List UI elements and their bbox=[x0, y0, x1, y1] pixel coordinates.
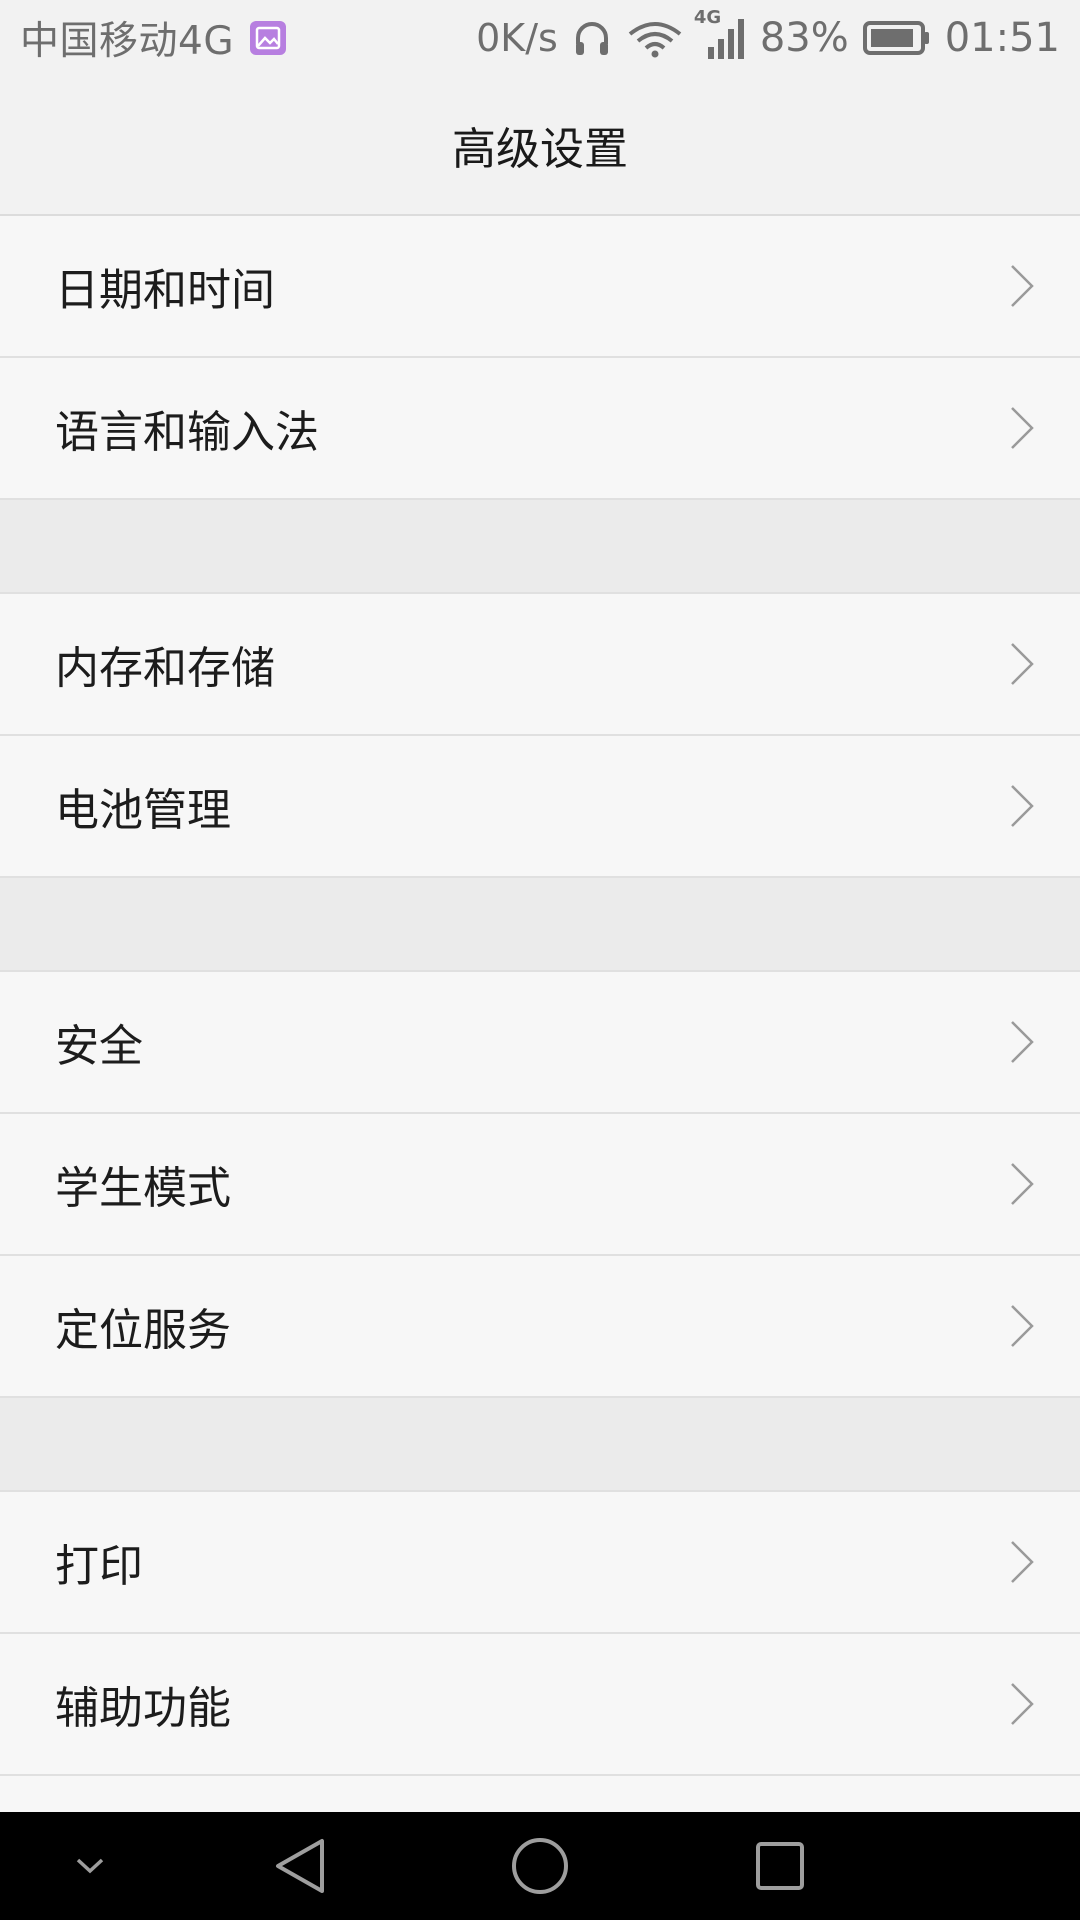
settings-item-label: 打印 bbox=[55, 1541, 143, 1592]
battery-percent: 83% bbox=[759, 15, 849, 61]
back-icon bbox=[276, 1839, 324, 1893]
chevron-right-icon bbox=[1011, 1163, 1034, 1205]
navigation-bar bbox=[0, 1812, 1080, 1920]
settings-item-date-time[interactable]: 日期和时间 bbox=[0, 216, 1080, 358]
status-bar: 中国移动4G 0K/s 4G 83% 01:51 bbox=[0, 0, 1080, 76]
settings-item-label: 安全 bbox=[55, 1021, 143, 1072]
recents-icon bbox=[756, 1842, 804, 1890]
carrier-name: 中国移动4G bbox=[20, 19, 235, 64]
settings-item-label: 内存和存储 bbox=[55, 643, 275, 694]
page-title: 高级设置 bbox=[452, 124, 628, 175]
settings-item-label: 语言和输入法 bbox=[55, 407, 319, 458]
chevron-right-icon bbox=[1011, 1541, 1034, 1583]
photo-notification-icon bbox=[250, 21, 287, 55]
home-icon bbox=[512, 1838, 568, 1894]
settings-item-print[interactable]: 打印 bbox=[0, 1492, 1080, 1634]
section-divider bbox=[0, 1398, 1080, 1492]
settings-item-label: 辅助功能 bbox=[55, 1683, 231, 1734]
settings-item-label: 电池管理 bbox=[55, 785, 231, 836]
headphones-icon bbox=[575, 22, 608, 55]
settings-item-label: 学生模式 bbox=[55, 1163, 231, 1214]
section-divider bbox=[0, 500, 1080, 594]
wifi-icon bbox=[628, 22, 682, 58]
settings-item-student-mode[interactable]: 学生模式 bbox=[0, 1114, 1080, 1256]
chevron-right-icon bbox=[1011, 407, 1034, 449]
settings-item-location-services[interactable]: 定位服务 bbox=[0, 1256, 1080, 1398]
title-bar: 高级设置 bbox=[0, 76, 1080, 216]
clock: 01:51 bbox=[944, 15, 1060, 61]
status-bar-right: 0K/s 4G 83% 01:51 bbox=[462, 7, 1060, 63]
settings-item-security[interactable]: 安全 bbox=[0, 972, 1080, 1114]
back-button[interactable] bbox=[250, 1812, 350, 1920]
settings-item-label: 日期和时间 bbox=[55, 265, 275, 316]
status-bar-left: 中国移动4G bbox=[20, 10, 287, 66]
net-speed: 0K/s bbox=[476, 16, 558, 60]
settings-item-label: 定位服务 bbox=[55, 1305, 231, 1356]
chevron-right-icon bbox=[1011, 785, 1034, 827]
home-button[interactable] bbox=[490, 1812, 590, 1920]
chevron-right-icon bbox=[1011, 1683, 1034, 1725]
chevron-right-icon bbox=[1011, 265, 1034, 307]
settings-item-language-input[interactable]: 语言和输入法 bbox=[0, 358, 1080, 500]
settings-item-battery-management[interactable]: 电池管理 bbox=[0, 736, 1080, 878]
signal-icon bbox=[707, 19, 744, 59]
settings-item-memory-storage[interactable]: 内存和存储 bbox=[0, 594, 1080, 736]
advanced-settings-screen: 中国移动4G 0K/s 4G 83% 01:51 高级设置 日期和时间 语言和输… bbox=[0, 0, 1080, 1920]
signal-group: 4G bbox=[694, 7, 746, 63]
hide-nav-button[interactable] bbox=[40, 1812, 140, 1920]
section-divider bbox=[0, 878, 1080, 972]
settings-list: 日期和时间 语言和输入法 内存和存储 电池管理 安全 学生模式 定位服务 打印 … bbox=[0, 216, 1080, 1776]
chevron-down-icon bbox=[76, 1858, 104, 1874]
recents-button[interactable] bbox=[730, 1812, 830, 1920]
chevron-right-icon bbox=[1011, 1021, 1034, 1063]
settings-item-accessibility[interactable]: 辅助功能 bbox=[0, 1634, 1080, 1776]
battery-icon bbox=[862, 21, 929, 55]
chevron-right-icon bbox=[1011, 643, 1034, 685]
chevron-right-icon bbox=[1011, 1305, 1034, 1347]
